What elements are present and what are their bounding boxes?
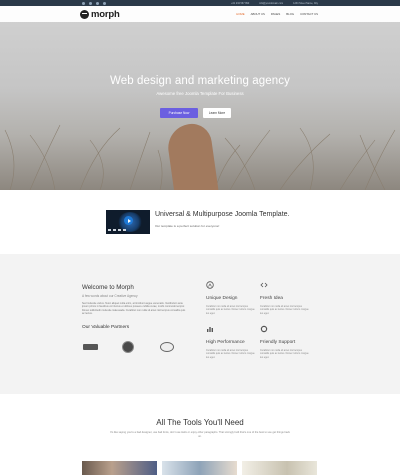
video-player[interactable] (106, 210, 150, 234)
feature-text: Curabitur non nulla sit amet nisl tempus… (206, 349, 255, 359)
play-icon[interactable] (124, 216, 133, 225)
nav-item-home[interactable]: HOME (236, 12, 244, 16)
social-links (82, 1, 106, 5)
phone-text: +01 234 567 890 (231, 1, 250, 5)
logo-text: morph (91, 8, 120, 20)
tool-image (82, 461, 157, 475)
feature-title: High Performance (206, 340, 245, 345)
nav-item-contact-us[interactable]: CONTACT US (300, 12, 318, 16)
nav-item-blog[interactable]: BLOG (286, 12, 294, 16)
hero-subtitle: Awesome free Joomla Template For Busines… (156, 91, 244, 96)
partner-logo (120, 340, 136, 354)
google-plus-icon[interactable] (96, 1, 99, 5)
partner-logo (82, 340, 98, 354)
site-header: morph HOME ABOUT US PAGES BLOG CONTACT U… (0, 6, 400, 22)
tool-image (162, 461, 237, 475)
code-icon (260, 281, 268, 289)
nav-item-pages[interactable]: PAGES (271, 12, 280, 16)
video-section-title: Universal & Multipurpose Joomla Template… (155, 211, 290, 218)
feature-title: Unique Design (206, 296, 238, 301)
feature-title: Fresh Idea (260, 296, 283, 301)
learn-more-button[interactable]: Learn More (203, 108, 231, 118)
partner-logo (159, 340, 175, 354)
video-controls[interactable] (108, 229, 148, 231)
whatsapp-icon (260, 325, 268, 333)
welcome-text: Sed molestie varius. Nunc aliquet nulla … (82, 302, 186, 316)
tools-subtitle: It's like saying you're a bad designer, … (110, 431, 290, 438)
feature-text: Curabitur non nulla sit amet nisl tempus… (260, 349, 309, 359)
main-nav: HOME ABOUT US PAGES BLOG CONTACT US (236, 12, 318, 16)
bar-chart-icon (206, 325, 214, 333)
welcome-subtitle: A few words about our Creative Agency (82, 294, 138, 298)
contact-info: +01 234 567 890 info@yourdomain.com 1234… (231, 2, 318, 5)
hero-banner (0, 6, 400, 190)
tools-title: All The Tools You'll Need (156, 418, 244, 427)
logo-icon (80, 9, 89, 19)
welcome-title: Welcome to Morph (82, 284, 134, 291)
compass-icon (206, 281, 214, 289)
youtube-icon[interactable] (103, 1, 106, 5)
address-text: 1234 Street Name, City (293, 1, 318, 5)
partners-title: Our Valuable Partners (82, 325, 130, 330)
video-section-subtitle: Our template is a perfect solution for e… (155, 224, 220, 228)
feature-text: Curabitur non nulla sit amet nisl tempus… (260, 305, 309, 315)
feature-text: Curabitur non nulla sit amet nisl tempus… (206, 305, 255, 315)
hero-title: Web design and marketing agency (110, 75, 290, 87)
tool-image (242, 461, 317, 475)
feature-title: Friendly Support (260, 340, 296, 345)
email-text[interactable]: info@yourdomain.com (259, 2, 283, 5)
site-logo[interactable]: morph (80, 9, 120, 20)
nav-item-about-us[interactable]: ABOUT US (251, 12, 265, 16)
welcome-section (0, 254, 400, 394)
purchase-now-button[interactable]: Purchase Now (160, 108, 198, 118)
twitter-icon[interactable] (89, 1, 92, 5)
facebook-icon[interactable] (82, 1, 85, 5)
